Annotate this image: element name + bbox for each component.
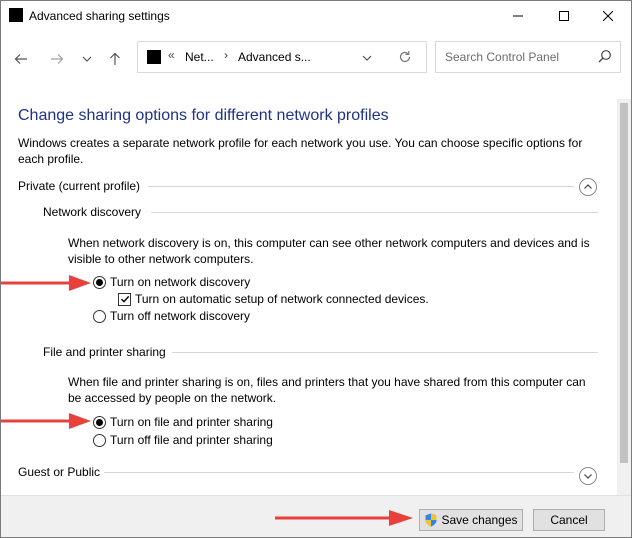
- divider: [151, 212, 598, 213]
- private-profile-title[interactable]: Private (current profile): [18, 179, 140, 193]
- divider: [148, 186, 574, 187]
- navigation-bar: « Net... › Advanced s... Search Control …: [1, 31, 631, 85]
- turn-off-network-discovery-label: Turn off network discovery: [110, 309, 251, 323]
- cancel-label: Cancel: [550, 513, 588, 527]
- turn-off-network-discovery-option[interactable]: Turn off network discovery: [93, 309, 250, 323]
- close-button[interactable]: [585, 1, 631, 31]
- location-icon: [147, 50, 161, 64]
- maximize-button[interactable]: [541, 1, 587, 31]
- breadcrumb-separator: ›: [224, 48, 228, 62]
- advanced-sharing-window: Advanced sharing settings « Net... › Adv…: [0, 0, 632, 538]
- intro-text: Windows creates a separate network profi…: [18, 136, 583, 166]
- turn-off-file-sharing-option[interactable]: Turn off file and printer sharing: [93, 433, 273, 447]
- divider: [172, 352, 598, 353]
- title-bar: Advanced sharing settings: [1, 1, 631, 31]
- auto-setup-checkbox[interactable]: [118, 292, 131, 306]
- network-discovery-title: Network discovery: [43, 205, 142, 219]
- address-bar[interactable]: « Net... › Advanced s...: [137, 41, 427, 73]
- turn-off-file-sharing-label: Turn off file and printer sharing: [110, 433, 273, 447]
- chevron-down-icon: [362, 55, 372, 61]
- refresh-button[interactable]: [398, 50, 412, 67]
- check-icon: [120, 295, 129, 303]
- search-button[interactable]: [598, 49, 612, 66]
- file-sharing-on-radio[interactable]: [93, 415, 106, 429]
- annotation-arrow-icon: [275, 510, 413, 526]
- page-title: Change sharing options for different net…: [18, 107, 389, 124]
- network-discovery-on-radio[interactable]: [93, 275, 106, 289]
- back-button[interactable]: [9, 47, 33, 71]
- divider: [104, 472, 574, 473]
- guest-public-title[interactable]: Guest or Public: [18, 465, 100, 479]
- arrow-up-icon: [110, 52, 120, 65]
- search-box[interactable]: Search Control Panel: [435, 41, 621, 73]
- turn-on-network-discovery-label: Turn on network discovery: [110, 275, 251, 289]
- turn-on-file-sharing-label: Turn on file and printer sharing: [110, 415, 273, 429]
- file-printer-sharing-description: When file and printer sharing is on, fil…: [68, 375, 586, 405]
- annotation-arrow-icon: [1, 275, 91, 291]
- uac-shield-icon: [425, 513, 437, 527]
- search-input[interactable]: Search Control Panel: [445, 50, 559, 64]
- annotation-arrow-icon: [1, 413, 91, 429]
- arrow-left-icon: [14, 54, 27, 64]
- address-dropdown-button[interactable]: [362, 52, 372, 66]
- forward-button[interactable]: [45, 47, 69, 71]
- address-overflow[interactable]: «: [168, 48, 175, 62]
- turn-on-file-sharing-option[interactable]: Turn on file and printer sharing: [93, 415, 273, 429]
- scrollbar[interactable]: [617, 99, 631, 495]
- minimize-icon: [513, 15, 523, 17]
- network-discovery-off-radio[interactable]: [93, 309, 106, 323]
- network-discovery-description: When network discovery is on, this compu…: [68, 236, 590, 266]
- chevron-down-icon: [82, 56, 92, 62]
- auto-setup-label: Turn on automatic setup of network conne…: [135, 292, 429, 306]
- up-button[interactable]: [103, 47, 127, 71]
- minimize-button[interactable]: [495, 1, 541, 31]
- window-title: Advanced sharing settings: [29, 9, 170, 23]
- chevron-up-icon: [584, 184, 592, 189]
- save-changes-label: Save changes: [441, 513, 518, 527]
- file-printer-sharing-title: File and printer sharing: [43, 345, 166, 359]
- expand-guest-button[interactable]: [579, 467, 597, 485]
- maximize-icon: [559, 11, 569, 21]
- auto-setup-option[interactable]: Turn on automatic setup of network conne…: [118, 292, 429, 306]
- app-icon: [9, 8, 23, 22]
- file-sharing-off-radio[interactable]: [93, 433, 106, 447]
- breadcrumb-advanced[interactable]: Advanced s...: [238, 50, 311, 64]
- breadcrumb-network[interactable]: Net...: [185, 50, 214, 64]
- close-icon: [603, 11, 613, 21]
- refresh-icon: [399, 51, 411, 63]
- cancel-button[interactable]: Cancel: [533, 509, 605, 531]
- scrollbar-thumb[interactable]: [620, 103, 628, 463]
- collapse-private-button[interactable]: [579, 178, 597, 196]
- search-icon: [598, 50, 611, 63]
- footer-bar: Save changes Cancel: [1, 495, 631, 537]
- chevron-down-icon: [584, 474, 592, 479]
- turn-on-network-discovery-option[interactable]: Turn on network discovery: [93, 275, 250, 289]
- content-area: Change sharing options for different net…: [1, 85, 631, 495]
- arrow-right-icon: [51, 54, 64, 64]
- recent-locations-button[interactable]: [75, 47, 99, 71]
- save-changes-button[interactable]: Save changes: [419, 509, 523, 531]
